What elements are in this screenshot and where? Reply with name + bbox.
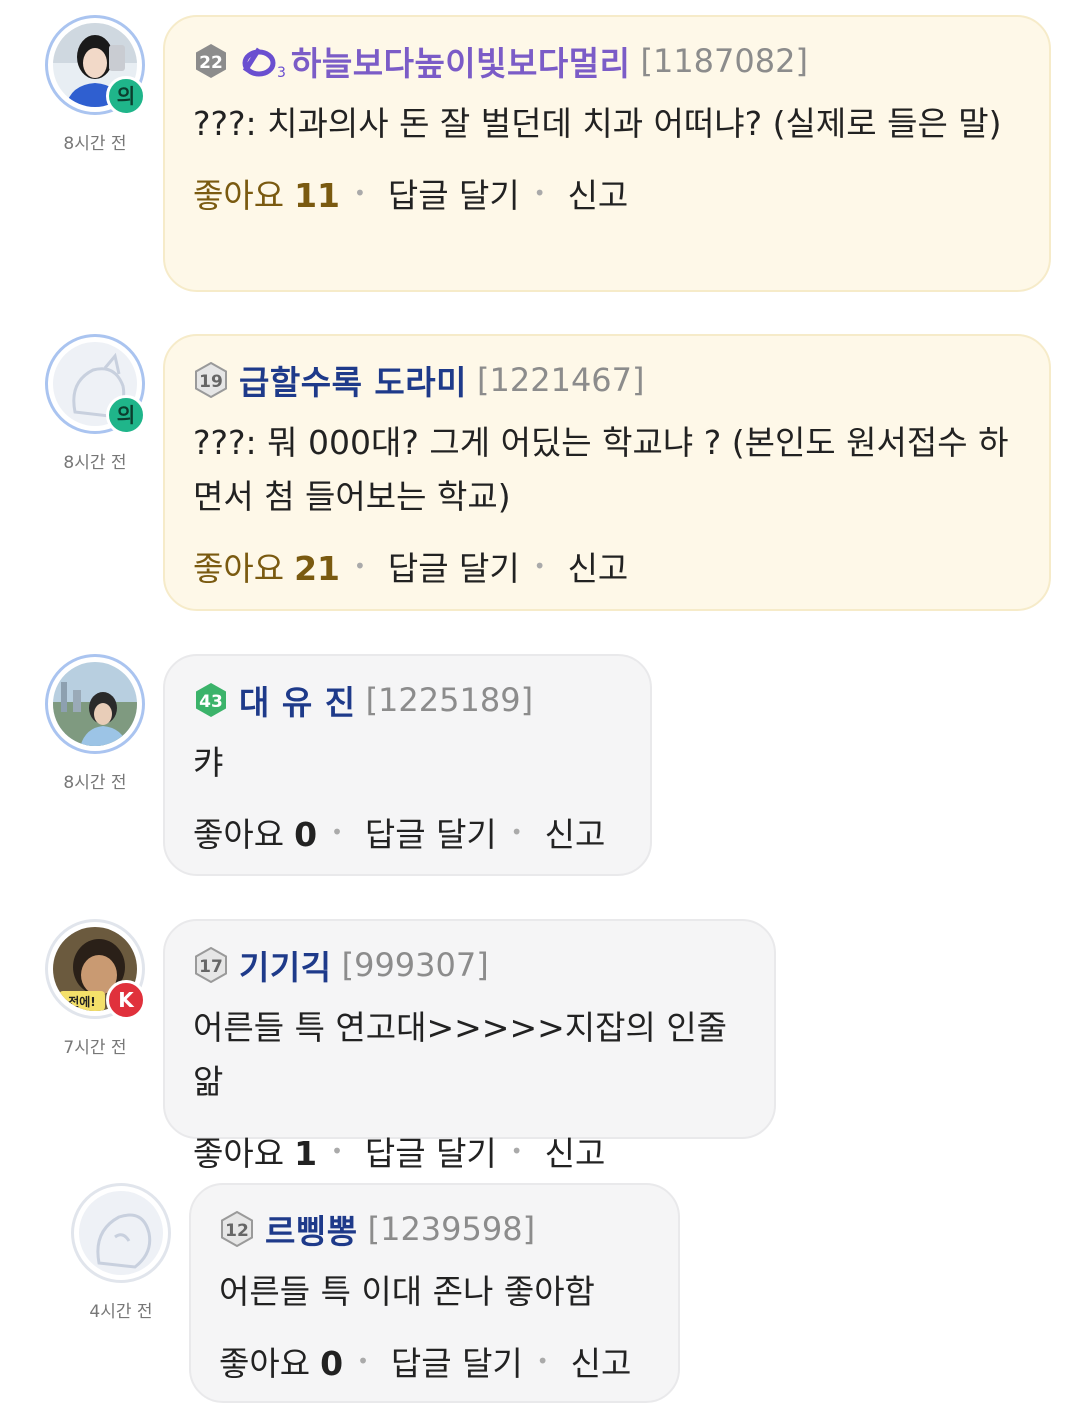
membership-badge: 의 [106,395,146,435]
comment-bubble: 43 대 유 진 [1225189] 캬 좋아요 0 • 답글 달기 • 신고 [163,654,652,876]
comment-time: 8시간 전 [63,453,127,473]
like-button[interactable]: 좋아요 1 [193,1127,317,1175]
membership-badge: 의 [106,76,146,116]
membership-badge: K [106,980,146,1020]
comment-bubble: 12 르삥뽕 [1239598] 어른들 특 이대 존나 좋아함 좋아요 0 • … [189,1183,680,1403]
comment-time: 7시간 전 [63,1038,127,1058]
separator-dot: • [354,181,366,205]
separator-dot: • [536,1349,549,1373]
report-button[interactable]: 신고 [545,808,606,856]
comment-time: 8시간 전 [63,773,127,793]
separator-dot: • [533,554,546,578]
avatar[interactable]: 전에! K [45,919,146,1020]
avatar[interactable] [71,1183,171,1283]
nickname[interactable]: 기기긱 [239,941,332,989]
level-icon: 22 [196,44,226,78]
separator-dot: • [510,1139,523,1163]
like-count: 11 [294,176,341,215]
level-icon: 19 [195,362,227,398]
reply-button[interactable]: 답글 달기 [391,1337,523,1385]
report-button[interactable]: 신고 [568,542,629,590]
svg-text:3: 3 [277,65,286,81]
nickname[interactable]: 대 유 진 [239,676,356,724]
comment-text: 어른들 특 이대 존나 좋아함 [219,1272,595,1311]
avatar-photo [53,662,137,746]
svg-text:17: 17 [199,957,223,977]
like-button[interactable]: 좋아요 0 [219,1337,343,1385]
svg-text:전에!: 전에! [68,994,96,1009]
separator-dot: • [533,181,546,205]
comment-text: ???: 뭐 000대? 그게 어딨는 학교냐 ? (본인도 원서접수 하면서 … [193,423,1009,516]
reply-button[interactable]: 답글 달기 [388,169,520,217]
avatar[interactable]: 의 [45,334,146,435]
avatar[interactable] [45,654,145,754]
user-id: [1221467] [477,361,645,399]
report-button[interactable]: 신고 [571,1337,632,1385]
comment-bubble: 17 기기긱 [999307] 어른들 특 연고대>>>>>지잡의 인줄 앎 좋… [163,919,776,1173]
like-button[interactable]: 좋아요 21 [193,542,340,590]
separator-dot: • [331,820,343,844]
comment-bubble: 19 급할수록 도라미 [1221467] ???: 뭐 000대? 그게 어딨… [163,334,1051,611]
nickname[interactable]: 르삥뽕 [265,1205,358,1253]
default-avatar-icon [79,1191,163,1275]
reply-button[interactable]: 답글 달기 [365,1127,497,1175]
comment-text: ???: 치과의사 돈 잘 벌던데 치과 어떠냐? (실제로 들은 말) [193,104,1002,143]
like-button[interactable]: 좋아요 11 [193,169,340,217]
user-id: [1225189] [365,681,534,719]
svg-text:12: 12 [225,1221,249,1241]
like-count: 0 [320,1344,344,1383]
nickname[interactable]: 하늘보다높이빛보다멀리 [291,37,630,85]
reply-button[interactable]: 답글 달기 [388,542,520,590]
like-count: 0 [294,815,318,854]
like-count: 1 [294,1134,318,1173]
comment-time: 8시간 전 [63,134,127,154]
avatar[interactable]: 의 [45,15,146,116]
like-button[interactable]: 좋아요 0 [193,808,317,856]
like-count: 21 [294,549,341,588]
user-id: [1239598] [367,1210,536,1248]
user-id: [999307] [341,946,489,984]
report-button[interactable]: 신고 [568,169,629,217]
svg-text:22: 22 [199,53,223,73]
level-icon: 17 [195,947,227,983]
nickname[interactable]: 급할수록 도라미 [239,356,467,404]
separator-dot: • [354,554,366,578]
emblem-icon: 3 [242,47,286,81]
reply-button[interactable]: 답글 달기 [365,808,497,856]
user-id: [1187082] [640,42,808,80]
comment-bubble: 22 3 하늘보다높이빛보다멀리 [1187082] ???: 치과의사 돈 잘… [163,15,1051,292]
comment-time: 4시간 전 [89,1302,153,1322]
comment-text: 어른들 특 연고대>>>>>지잡의 인줄 앎 [193,1008,728,1101]
svg-text:43: 43 [199,692,223,712]
separator-dot: • [357,1349,369,1373]
separator-dot: • [331,1139,343,1163]
report-button[interactable]: 신고 [545,1127,606,1175]
level-icon: 43 [196,683,226,717]
svg-text:19: 19 [199,372,223,392]
comment-text: 캬 [193,743,224,782]
separator-dot: • [510,820,523,844]
level-icon: 12 [221,1211,253,1247]
